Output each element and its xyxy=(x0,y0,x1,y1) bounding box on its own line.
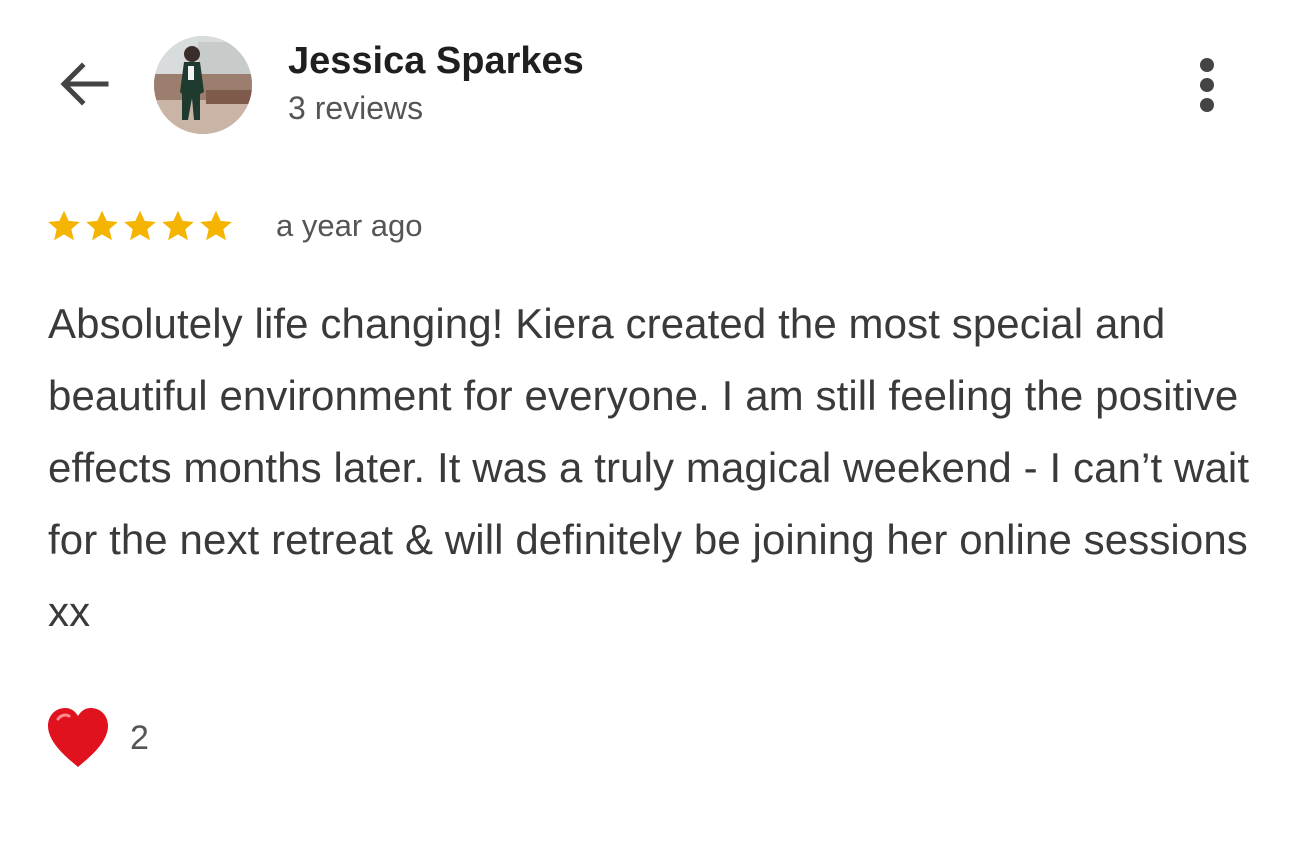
reaction-count: 2 xyxy=(130,718,149,757)
more-options-button[interactable] xyxy=(1182,54,1232,116)
reviewer-info: Jessica Sparkes 3 reviews xyxy=(288,36,584,130)
like-reaction-button[interactable]: 2 xyxy=(44,702,149,774)
heart-icon xyxy=(48,708,108,767)
more-vert-icon xyxy=(1200,58,1214,112)
star-icon xyxy=(86,210,118,241)
avatar-photo xyxy=(154,36,252,134)
star-rating xyxy=(46,208,254,244)
review-date: a year ago xyxy=(276,208,423,243)
avatar[interactable] xyxy=(154,36,252,134)
review-count: 3 reviews xyxy=(288,90,424,126)
star-icon xyxy=(48,210,80,241)
arrow-left-icon xyxy=(60,62,109,106)
star-icon xyxy=(124,210,156,241)
review-text: Absolutely life changing! Kiera created … xyxy=(48,300,1250,635)
star-icon xyxy=(162,210,194,241)
rating-row: a year ago xyxy=(46,204,423,248)
reviewer-name[interactable]: Jessica Sparkes xyxy=(288,36,584,86)
star-icon xyxy=(200,210,232,241)
back-button[interactable] xyxy=(54,58,114,110)
